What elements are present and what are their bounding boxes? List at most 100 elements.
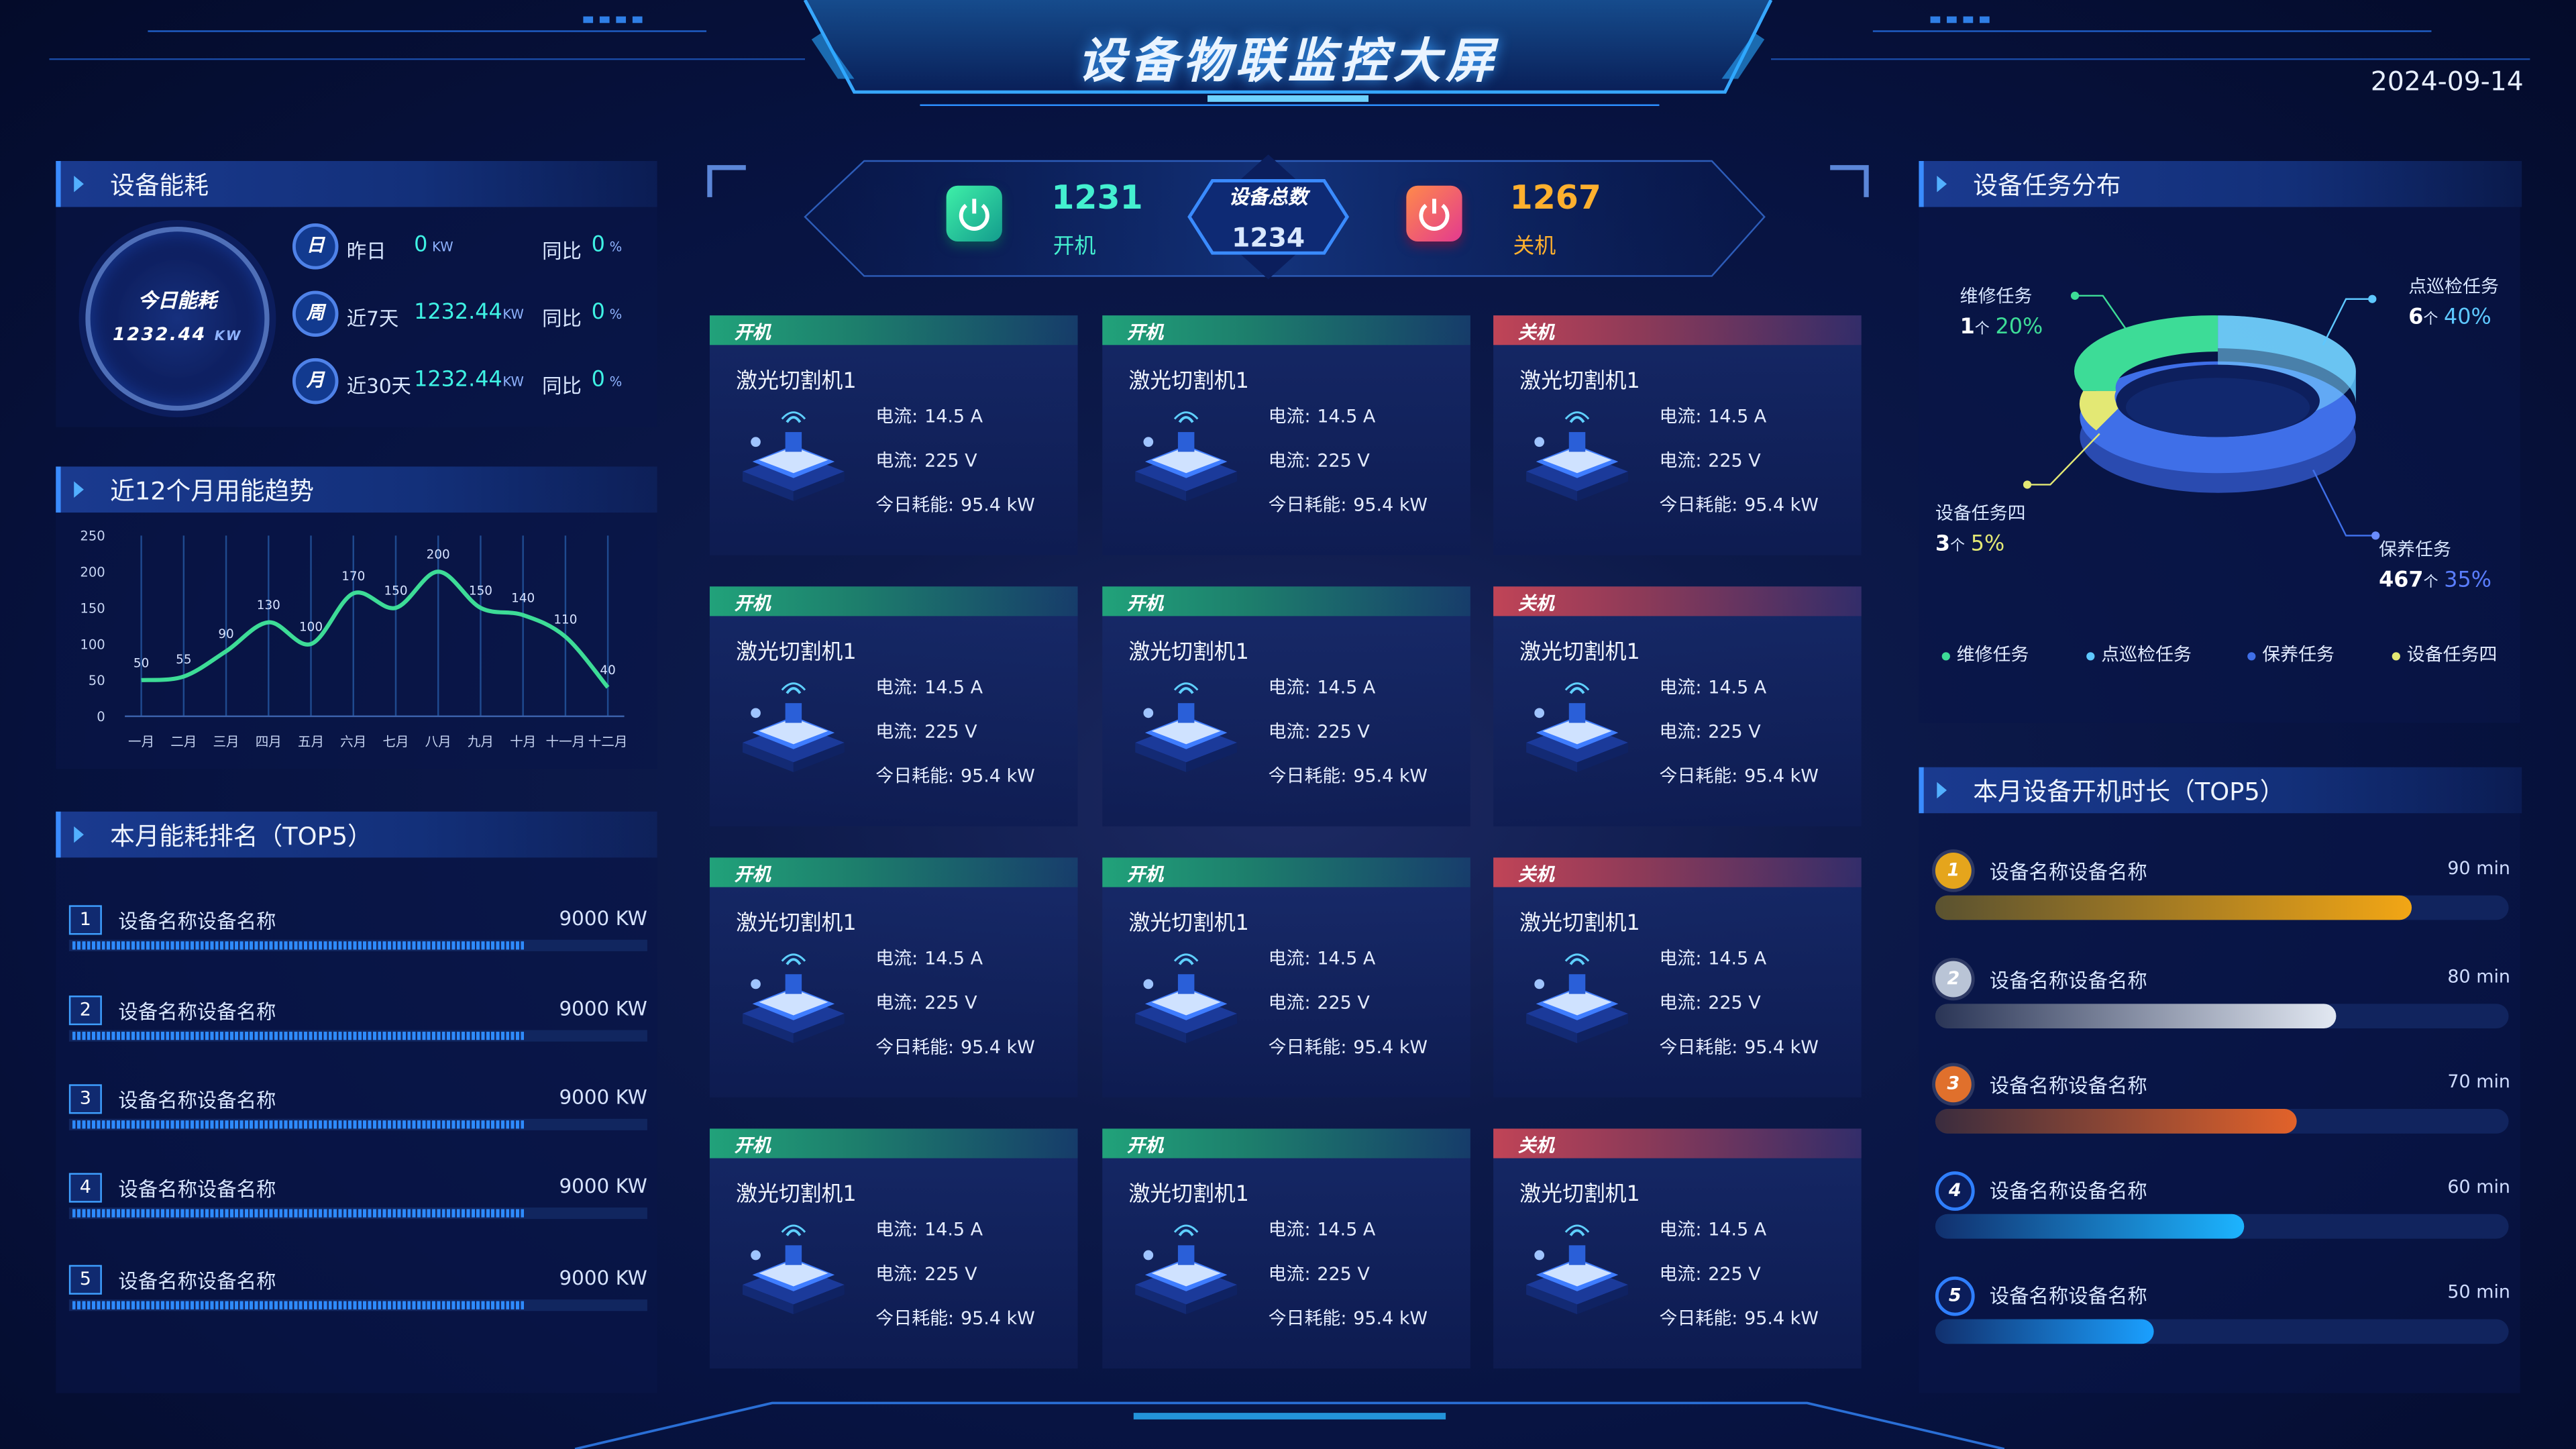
- x-tick-label: 八月: [425, 734, 451, 749]
- current-label: 电流:: [1268, 676, 1311, 698]
- device-voltage: 电流: 225 V: [1269, 1260, 1370, 1286]
- data-label: 50: [133, 656, 149, 670]
- device-card[interactable]: 开机 激光切割机1 电流: 14.5 A 电流: 225 V 今日耗能: 95.4 kW: [1102, 315, 1470, 555]
- device-status-strip: 开机: [1102, 315, 1470, 345]
- x-tick-label: 五月: [298, 734, 324, 749]
- energy-label: 今日耗能:: [1659, 765, 1738, 788]
- on-count: 1231: [1051, 177, 1143, 217]
- device-energy: 今日耗能: 95.4 kW: [1269, 1304, 1428, 1330]
- y-tick-label: 50: [89, 673, 105, 688]
- medal-icon: 1: [1935, 853, 1972, 889]
- device-voltage: 电流: 225 V: [1659, 1260, 1760, 1286]
- device-name: 激光切割机1: [1128, 1183, 1249, 1208]
- on-label: 开机: [1053, 235, 1096, 260]
- x-tick-label: 二月: [170, 734, 197, 749]
- triangle-icon: [1937, 176, 1947, 193]
- rank-value: 9000 KW: [559, 1267, 647, 1290]
- device-card[interactable]: 关机 激光切割机1 电流: 14.5 A 电流: 225 V 今日耗能: 95.4 kW: [1493, 586, 1862, 826]
- period-badge-icon: 日: [292, 223, 339, 270]
- trend-panel-header: 近12个月用能趋势: [56, 466, 657, 513]
- device-card[interactable]: 开机 激光切割机1 电流: 14.5 A 电流: 225 V 今日耗能: 95.4 kW: [1102, 857, 1470, 1097]
- device-current: 电流: 14.5 A: [1659, 945, 1766, 971]
- period-value: 0: [414, 233, 428, 258]
- runtime-row[interactable]: 1 设备名称设备名称 90 min: [1935, 853, 2510, 925]
- rank-row[interactable]: 3 设备名称设备名称 9000 KW: [68, 1084, 647, 1133]
- device-status-strip: 关机: [1493, 1128, 1862, 1159]
- voltage-label: 电流:: [875, 450, 918, 472]
- device-card[interactable]: 关机 激光切割机1 电流: 14.5 A 电流: 225 V 今日耗能: 95.4 kW: [1493, 1128, 1862, 1369]
- voltage-label: 电流:: [875, 1263, 918, 1285]
- yoy-label: 同比: [542, 307, 582, 331]
- device-card[interactable]: 开机 激光切割机1 电流: 14.5 A 电流: 225 V 今日耗能: 95.4 kW: [709, 315, 1078, 555]
- energy-label: 今日耗能:: [1659, 1307, 1738, 1330]
- energy-label: 今日耗能:: [875, 1036, 955, 1059]
- runtime-row[interactable]: 5 设备名称设备名称 50 min: [1935, 1276, 2510, 1349]
- energy-panel-title: 设备能耗: [110, 170, 209, 201]
- legend-inspect[interactable]: 点巡检任务: [2086, 641, 2192, 667]
- device-status-strip: 开机: [1102, 586, 1470, 616]
- runtime-progress-track: [1935, 1214, 2509, 1239]
- device-card[interactable]: 开机 激光切割机1 电流: 14.5 A 电流: 225 V 今日耗能: 95.4 kW: [1102, 1128, 1470, 1369]
- runtime-row[interactable]: 2 设备名称设备名称 80 min: [1935, 961, 2510, 1034]
- rank-row[interactable]: 5 设备名称设备名称 9000 KW: [68, 1265, 647, 1314]
- rank-panel-header: 本月能耗排名（TOP5）: [56, 811, 657, 858]
- rank-device-name: 设备名称设备名称: [118, 1000, 276, 1024]
- runtime-progress-track: [1935, 1319, 2509, 1344]
- voltage-value: 225 V: [924, 721, 977, 743]
- slice-unit: 个: [2423, 312, 2438, 329]
- current-value: 14.5 A: [1708, 676, 1767, 698]
- period-badge-icon: 周: [292, 290, 339, 337]
- runtime-progress-fill: [1935, 895, 2412, 920]
- period-value: 1232.44: [414, 301, 502, 325]
- y-tick-label: 100: [80, 637, 105, 652]
- device-card[interactable]: 开机 激光切割机1 电流: 14.5 A 电流: 225 V 今日耗能: 95.4 kW: [709, 1128, 1078, 1369]
- voltage-value: 225 V: [924, 1263, 977, 1285]
- energy-row: 月近30天 1232.44 KW 同比 0%: [292, 358, 637, 405]
- device-name: 激光切割机1: [1128, 370, 1249, 394]
- device-voltage: 电流: 225 V: [875, 989, 977, 1015]
- device-name: 激光切割机1: [736, 641, 857, 665]
- rank-row[interactable]: 1 设备名称设备名称 9000 KW: [68, 905, 647, 954]
- runtime-row[interactable]: 3 设备名称设备名称 70 min: [1935, 1066, 2510, 1138]
- legend-task4[interactable]: 设备任务四: [2392, 641, 2497, 667]
- runtime-value: 60 min: [2447, 1176, 2511, 1198]
- device-status: 关机: [1517, 322, 1554, 343]
- device-card[interactable]: 关机 激光切割机1 电流: 14.5 A 电流: 225 V 今日耗能: 95.4 kW: [1493, 857, 1862, 1097]
- laser-cutter-icon: [736, 677, 851, 773]
- device-energy: 今日耗能: 95.4 kW: [875, 762, 1034, 788]
- runtime-progress-fill: [1935, 1109, 2297, 1134]
- device-current: 电流: 14.5 A: [1269, 1216, 1376, 1242]
- device-energy: 今日耗能: 95.4 kW: [1659, 762, 1818, 788]
- voltage-label: 电流:: [1659, 450, 1702, 472]
- device-card[interactable]: 开机 激光切割机1 电流: 14.5 A 电流: 225 V 今日耗能: 95.4 kW: [709, 586, 1078, 826]
- slice-stat: 6个 40%: [2408, 306, 2499, 331]
- voltage-label: 电流:: [875, 721, 918, 743]
- rank-badge-icon: 4: [1935, 1171, 1975, 1211]
- device-name: 激光切割机1: [736, 370, 857, 394]
- rank-progress-fill: [72, 1301, 524, 1309]
- legend-dot: [2247, 651, 2256, 660]
- legend-repair[interactable]: 维修任务: [1941, 641, 2029, 667]
- energy-value: 95.4 kW: [1744, 1307, 1819, 1330]
- rank-row[interactable]: 4 设备名称设备名称 9000 KW: [68, 1173, 647, 1222]
- slice-label-repair: 维修任务 1个 20%: [1960, 282, 2043, 340]
- legend-maintain[interactable]: 保养任务: [2247, 641, 2334, 667]
- power-on-icon: [946, 185, 1002, 242]
- x-tick-label: 九月: [468, 734, 494, 749]
- y-tick-label: 0: [97, 709, 105, 724]
- runtime-row[interactable]: 4 设备名称设备名称 60 min: [1935, 1171, 2510, 1244]
- device-card[interactable]: 开机 激光切割机1 电流: 14.5 A 电流: 225 V 今日耗能: 95.4 kW: [1102, 586, 1470, 826]
- rank-row[interactable]: 2 设备名称设备名称 9000 KW: [68, 996, 647, 1044]
- current-value: 14.5 A: [924, 676, 983, 698]
- device-card[interactable]: 关机 激光切割机1 电流: 14.5 A 电流: 225 V 今日耗能: 95.4 kW: [1493, 315, 1862, 555]
- voltage-label: 电流:: [1268, 721, 1311, 743]
- current-label: 电流:: [1659, 1219, 1702, 1240]
- device-card[interactable]: 开机 激光切割机1 电流: 14.5 A 电流: 225 V 今日耗能: 95.4 kW: [709, 857, 1078, 1097]
- voltage-label: 电流:: [1268, 992, 1311, 1014]
- trend-line: [141, 570, 610, 689]
- device-name: 激光切割机1: [736, 912, 857, 936]
- slice-stat: 1个 20%: [1960, 315, 2043, 340]
- slice-name: 维修任务: [1960, 286, 2033, 307]
- device-status-strip: 关机: [1493, 315, 1862, 345]
- device-voltage: 电流: 225 V: [1659, 447, 1760, 473]
